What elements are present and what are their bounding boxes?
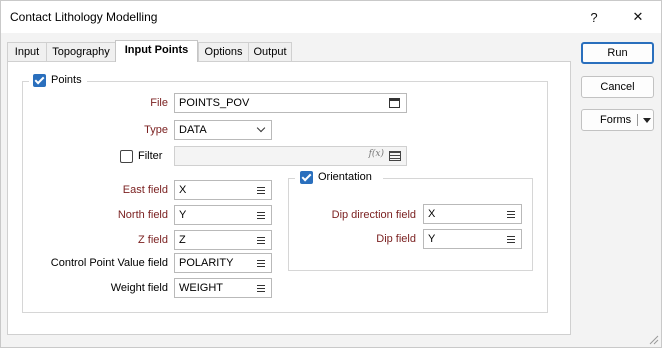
tab-options[interactable]: Options — [198, 42, 249, 61]
control-point-value-label: Control Point Value field — [50, 257, 168, 269]
chevron-down-icon — [256, 123, 266, 133]
weight-field-value: WEIGHT — [179, 282, 223, 294]
control-point-value-value: POLARITY — [179, 257, 234, 269]
dip-direction-field-label: Dip direction field — [331, 209, 416, 221]
list-icon[interactable] — [257, 285, 265, 292]
orientation-group — [288, 178, 533, 271]
tab-input[interactable]: Input — [7, 42, 47, 61]
tab-topography[interactable]: Topography — [46, 42, 116, 61]
browse-file-icon[interactable] — [389, 98, 400, 108]
east-field-label: East field — [122, 184, 168, 196]
tab-output[interactable]: Output — [248, 42, 292, 61]
close-button[interactable]: ✕ — [627, 7, 649, 27]
filter-label: Filter — [138, 150, 163, 162]
list-icon[interactable] — [507, 211, 515, 218]
help-button[interactable]: ? — [583, 7, 605, 27]
dialog-window: Contact Lithology Modelling ? ✕ Input To… — [0, 0, 662, 348]
east-field-input[interactable]: X — [174, 180, 272, 200]
file-label: File — [150, 97, 168, 109]
control-point-value-input[interactable]: POLARITY — [174, 253, 272, 273]
dip-field-label: Dip field — [376, 233, 416, 245]
orientation-checkbox[interactable] — [300, 171, 313, 184]
weight-field-label: Weight field — [110, 282, 168, 294]
filter-input[interactable]: f(x) — [174, 146, 407, 166]
title-bar: Contact Lithology Modelling ? ✕ — [1, 1, 661, 33]
z-field-input[interactable]: Z — [174, 230, 272, 250]
list-icon[interactable] — [507, 236, 515, 243]
function-icon[interactable]: f(x) — [369, 149, 384, 159]
input-points-panel: Points File POINTS_POV Type DATA Filter … — [7, 61, 571, 335]
forms-button-label: Forms — [600, 114, 632, 126]
file-input[interactable]: POINTS_POV — [174, 93, 407, 113]
type-select[interactable]: DATA — [174, 120, 272, 140]
dip-field-input[interactable]: Y — [423, 229, 522, 249]
list-icon[interactable] — [257, 237, 265, 244]
forms-dropdown-divider — [637, 114, 638, 126]
list-icon[interactable] — [257, 212, 265, 219]
file-value: POINTS_POV — [179, 97, 250, 109]
type-value: DATA — [179, 124, 207, 136]
orientation-label: Orientation — [318, 171, 372, 183]
run-button-label: Run — [607, 47, 628, 59]
type-label: Type — [144, 124, 168, 136]
tab-input-points[interactable]: Input Points — [115, 40, 198, 62]
points-label: Points — [51, 74, 82, 86]
points-checkbox[interactable] — [33, 74, 46, 87]
dip-direction-field-input[interactable]: X — [423, 204, 522, 224]
run-button[interactable]: Run — [581, 42, 654, 64]
z-field-value: Z — [179, 234, 186, 246]
caret-down-icon[interactable] — [643, 118, 651, 123]
weight-field-input[interactable]: WEIGHT — [174, 278, 272, 298]
north-field-label: North field — [117, 209, 168, 221]
north-field-value: Y — [179, 209, 187, 221]
north-field-input[interactable]: Y — [174, 205, 272, 225]
z-field-label: Z field — [138, 234, 168, 246]
dip-field-value: Y — [428, 233, 436, 245]
cancel-button-label: Cancel — [600, 81, 635, 93]
forms-button[interactable]: Forms — [581, 109, 654, 131]
resize-grip-icon[interactable] — [649, 335, 659, 345]
window-title: Contact Lithology Modelling — [10, 10, 158, 24]
table-icon[interactable] — [389, 151, 401, 161]
list-icon[interactable] — [257, 260, 265, 267]
filter-checkbox[interactable] — [120, 150, 133, 163]
cancel-button[interactable]: Cancel — [581, 76, 654, 98]
list-icon[interactable] — [257, 187, 265, 194]
dip-direction-field-value: X — [428, 208, 436, 220]
east-field-value: X — [179, 184, 187, 196]
